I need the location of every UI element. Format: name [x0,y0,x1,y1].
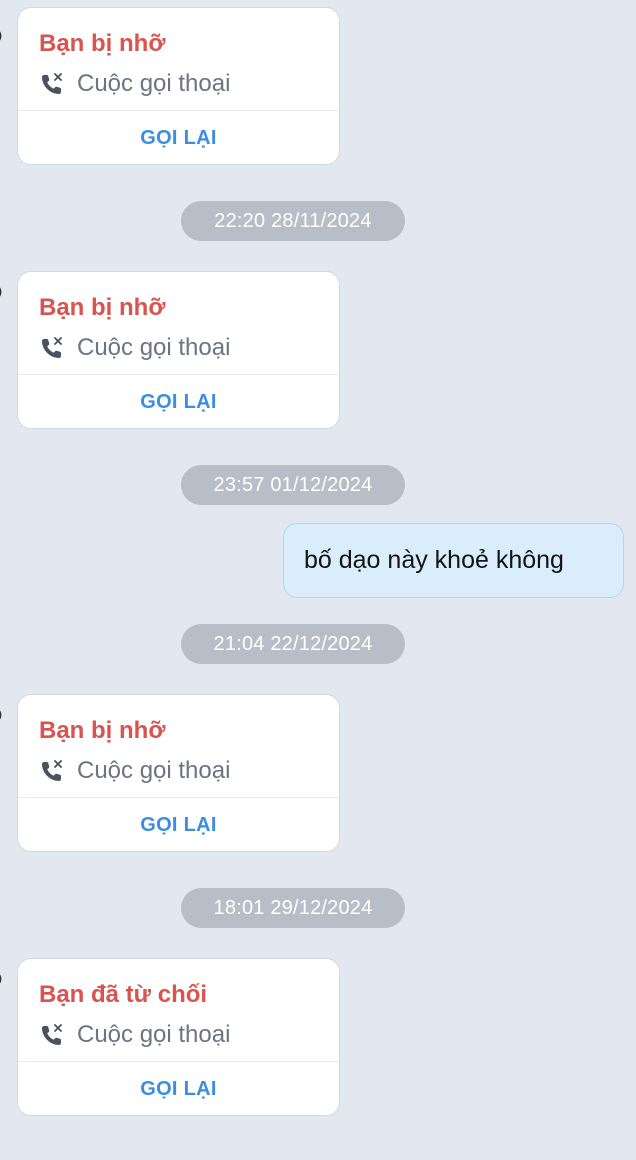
call-back-button[interactable]: GỌI LẠI [18,111,339,164]
missed-call-phone-icon [42,73,62,94]
call-status: Bạn bị nhỡ [39,294,166,321]
sent-message-bubble[interactable]: bố dạo này khoẻ không [283,523,624,598]
avatar-edge-icon [0,287,2,297]
call-back-button[interactable]: GỌI LẠI [18,798,339,851]
call-back-button[interactable]: GỌI LẠI [18,375,339,428]
avatar-edge-icon [0,710,2,720]
date-separator: 21:04 22/12/2024 [181,624,405,664]
date-separator: 22:20 28/11/2024 [181,201,405,241]
avatar-edge-icon [0,31,2,41]
message-text: bố dạo này khoẻ không [304,546,564,574]
missed-call-card: Bạn bị nhỡ Cuộc gọi thoại GỌI LẠI [17,271,340,429]
call-type-row: Cuộc gọi thoại [39,334,230,362]
call-back-button[interactable]: GỌI LẠI [18,1062,339,1115]
call-type-row: Cuộc gọi thoại [39,757,230,785]
declined-call-card: Bạn đã từ chối Cuộc gọi thoại GỌI LẠI [17,958,340,1116]
date-separator: 23:57 01/12/2024 [181,465,405,505]
call-type-row: Cuộc gọi thoại [39,1021,230,1049]
call-type-label: Cuộc gọi thoại [77,334,231,361]
call-type-label: Cuộc gọi thoại [77,1021,231,1048]
avatar-edge-icon [0,974,2,984]
date-separator: 18:01 29/12/2024 [181,888,405,928]
call-type-label: Cuộc gọi thoại [77,757,231,784]
call-status: Bạn bị nhỡ [39,717,166,744]
missed-call-card: Bạn bị nhỡ Cuộc gọi thoại GỌI LẠI [17,694,340,852]
call-type-row: Cuộc gọi thoại [39,70,230,98]
call-status: Bạn đã từ chối [39,981,208,1008]
call-status: Bạn bị nhỡ [39,30,166,57]
missed-call-phone-icon [42,1024,62,1045]
call-type-label: Cuộc gọi thoại [77,70,231,97]
missed-call-phone-icon [42,760,62,781]
missed-call-card: Bạn bị nhỡ Cuộc gọi thoại GỌI LẠI [17,7,340,165]
missed-call-phone-icon [42,337,62,358]
